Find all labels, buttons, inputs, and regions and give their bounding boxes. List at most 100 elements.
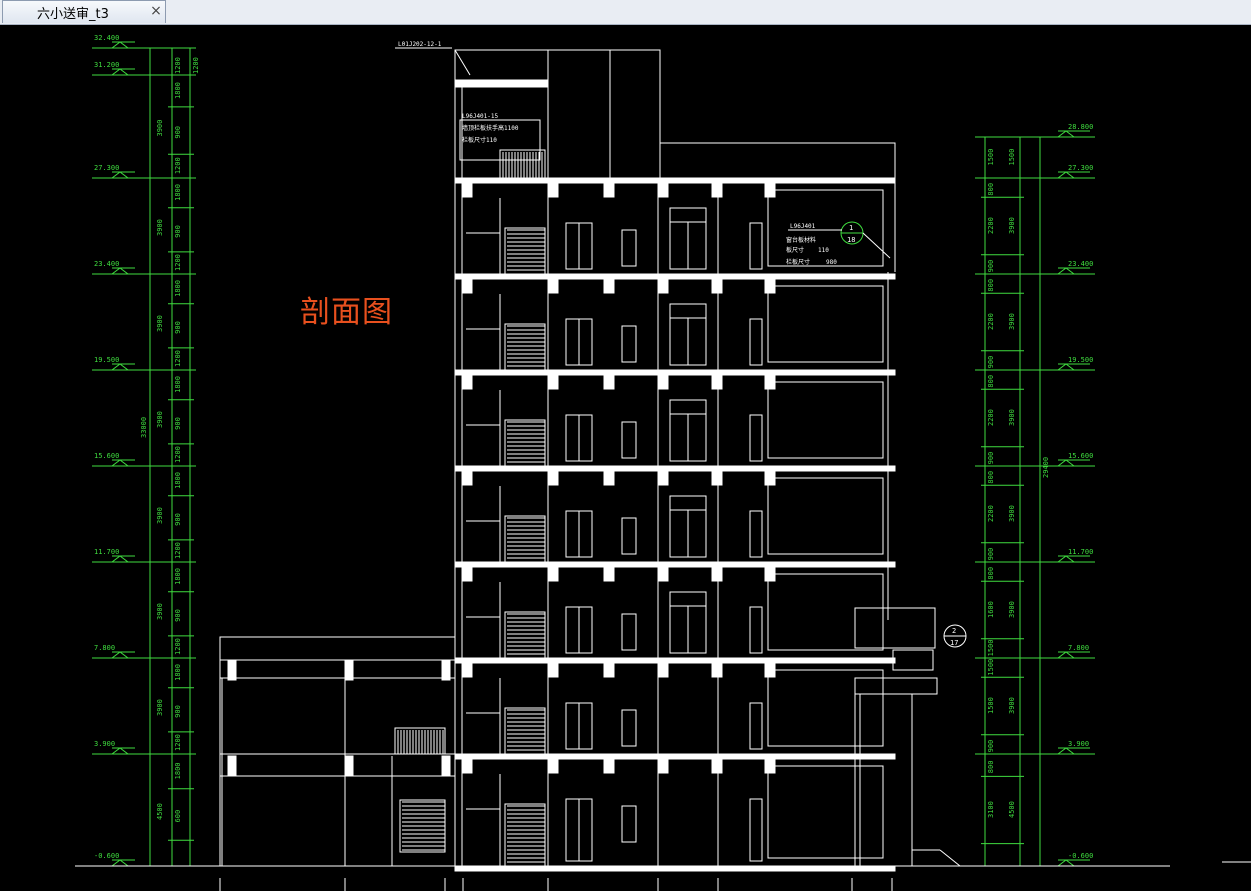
annex-beam [344, 659, 354, 681]
dim-value: 1200 [174, 57, 182, 74]
annex-beam [227, 755, 237, 777]
note-label: 墙顶栏板扶手高1100 [462, 124, 519, 132]
beam [603, 470, 615, 486]
total-dim: 29400 [1042, 457, 1050, 478]
detail-number: 1 [849, 224, 853, 232]
total-dim: 33000 [140, 417, 148, 438]
window [749, 798, 763, 862]
dim-value: 800 [987, 375, 995, 388]
window [621, 805, 637, 843]
dim-value: 900 [174, 513, 182, 526]
beam [711, 182, 723, 198]
beam [461, 278, 473, 294]
dim-value: 1600 [987, 601, 995, 618]
elevation-label: 23.400 [94, 260, 119, 268]
cad-drawing-canvas[interactable]: 32.400 31.200 27.300 23.400 19.500 15.600 11.7… [0, 25, 1251, 891]
dimension-text-layer: 32.400 31.200 27.300 23.400 19.500 15.600 11.7… [94, 34, 1093, 860]
dim-value: 3900 [1008, 313, 1016, 330]
dim-value: 2200 [987, 409, 995, 426]
window [621, 229, 637, 267]
beam [547, 374, 559, 390]
elevation-label: 23.400 [1068, 260, 1093, 268]
stair [504, 515, 546, 563]
annex-slab-line [219, 659, 456, 679]
dim-value: 1800 [174, 184, 182, 201]
elevation-label: 19.500 [1068, 356, 1093, 364]
annex-beam [441, 659, 451, 681]
elevation-label: 28.800 [1068, 123, 1093, 131]
note-label: 板尺寸 [786, 246, 804, 254]
level-marker [1057, 459, 1075, 467]
window [749, 414, 763, 462]
dim-value: 1200 [174, 734, 182, 751]
note-label: 栏板尺寸 [786, 258, 810, 266]
dim-value: 3900 [1008, 217, 1016, 234]
beam [603, 374, 615, 390]
beam [603, 662, 615, 678]
dim-value: 600 [174, 810, 182, 823]
dim-value: 1200 [174, 350, 182, 367]
room-opening [767, 573, 884, 651]
dim-value: 900 [987, 548, 995, 561]
dim-value: 900 [987, 356, 995, 369]
dim-value: 1200 [174, 157, 182, 174]
dim-value: 800 [987, 471, 995, 484]
elevation-label: 7.800 [94, 644, 115, 652]
dim-value: 1200 [174, 254, 182, 271]
dim-value: 3900 [156, 603, 164, 620]
dim-value: 900 [987, 260, 995, 273]
beam [603, 758, 615, 774]
window [621, 613, 637, 651]
dim-value: 2200 [987, 505, 995, 522]
floor-slab [454, 865, 896, 872]
callout-leader [862, 232, 891, 259]
beam [547, 278, 559, 294]
elevation-label: 11.700 [1068, 548, 1093, 556]
beam [711, 374, 723, 390]
dim-value: 900 [174, 321, 182, 334]
elevation-label: 3.900 [1068, 740, 1089, 748]
window [621, 421, 637, 459]
annex-slab-line [219, 753, 456, 777]
beam [461, 182, 473, 198]
canopy-slab [854, 677, 938, 695]
stair [504, 419, 546, 467]
dim-value: 3900 [156, 699, 164, 716]
window [749, 222, 763, 270]
dim-value: 2200 [987, 217, 995, 234]
annex-beam [441, 755, 451, 777]
dim-value: 800 [987, 183, 995, 196]
elevation-label: 11.700 [94, 548, 119, 556]
dim-value: 900 [174, 609, 182, 622]
annex-beam [227, 659, 237, 681]
level-marker [111, 68, 129, 76]
level-marker [111, 267, 129, 275]
dim-value: 900 [987, 740, 995, 753]
beam [711, 566, 723, 582]
level-marker [1057, 747, 1075, 755]
drawing-title: 剖面图 [300, 295, 393, 330]
floor-slab [454, 177, 896, 184]
detail-sheet: 18 [847, 236, 855, 244]
elevation-label: 15.600 [1068, 452, 1093, 460]
floor-slab [454, 753, 896, 760]
reference-label: L96J401 [790, 223, 816, 230]
slope [454, 49, 471, 76]
roof-room [547, 49, 661, 179]
dim-value: 1200 [174, 542, 182, 559]
beam [461, 758, 473, 774]
dim-value: 1800 [174, 280, 182, 297]
floor-slab [454, 273, 896, 280]
window [749, 606, 763, 654]
dim-value: 3900 [1008, 409, 1016, 426]
beam [711, 758, 723, 774]
beam [547, 566, 559, 582]
dim-value: 1800 [174, 82, 182, 99]
dim-value: 1800 [174, 376, 182, 393]
stair [504, 323, 546, 371]
room-opening [767, 477, 884, 555]
close-icon[interactable]: × [148, 2, 164, 20]
dim-value: 800 [987, 279, 995, 292]
document-tab[interactable]: 六小送审_t3 × [2, 0, 166, 23]
dim-value: 1200 [174, 446, 182, 463]
